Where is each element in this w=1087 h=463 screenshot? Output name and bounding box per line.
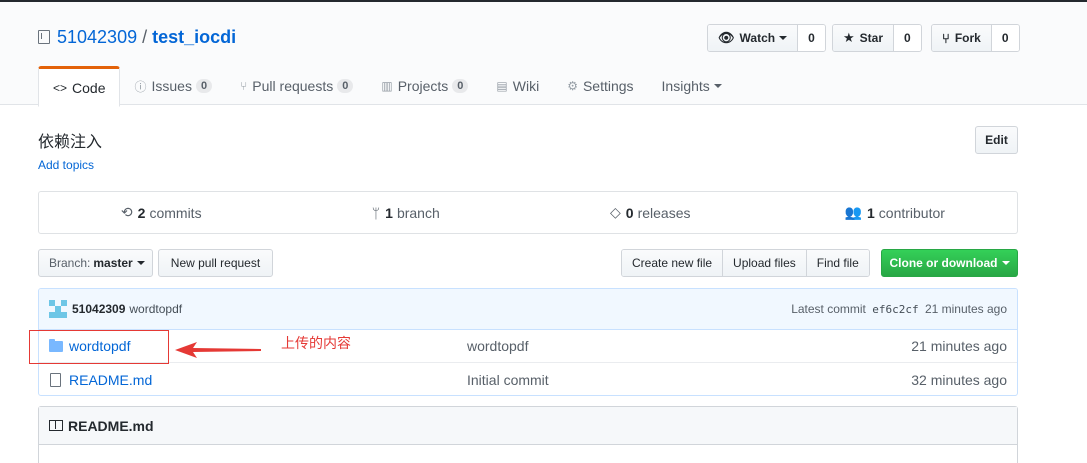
table-row: README.md Initial commit 32 minutes ago bbox=[39, 363, 1017, 395]
readme-header: README.md bbox=[39, 407, 1017, 445]
project-icon: ▥ bbox=[381, 79, 393, 93]
projects-counter: 0 bbox=[452, 79, 469, 93]
repo-description: 依赖注入 bbox=[38, 134, 103, 151]
commit-tease: 51042309 wordtopdf Latest commit ef6c2cf… bbox=[39, 289, 1017, 330]
commit-author-link[interactable]: 51042309 bbox=[72, 302, 125, 316]
tab-issues[interactable]: ⓘ Issues 0 bbox=[120, 66, 226, 106]
chevron-down-icon bbox=[136, 261, 145, 265]
repo-owner-link[interactable]: 51042309 bbox=[57, 27, 137, 48]
commit-sha-link[interactable]: ef6c2cf bbox=[872, 303, 918, 316]
chevron-down-icon bbox=[1001, 261, 1010, 265]
releases-link[interactable]: ◇ 0 releases bbox=[528, 192, 773, 233]
history-icon: ⟲ bbox=[120, 204, 133, 220]
find-file-button[interactable]: Find file bbox=[806, 250, 869, 276]
people-icon: 👥 bbox=[844, 204, 862, 220]
file-age: 21 minutes ago bbox=[911, 338, 1007, 354]
tab-pull-requests[interactable]: ⑂ Pull requests 0 bbox=[226, 66, 367, 106]
commit-message-link[interactable]: wordtopdf bbox=[129, 302, 182, 316]
annotation-arrow-icon bbox=[175, 342, 261, 358]
fork-group: ⑂ Fork 0 bbox=[931, 24, 1020, 52]
file-name-link[interactable]: README.md bbox=[69, 372, 467, 388]
star-count[interactable]: 0 bbox=[894, 25, 921, 51]
create-new-file-button[interactable]: Create new file bbox=[622, 250, 724, 276]
issue-icon: ⓘ bbox=[134, 79, 147, 94]
watch-count[interactable]: 0 bbox=[798, 25, 825, 51]
eye-icon: 👁 bbox=[718, 30, 735, 45]
numbers-summary: ⟲ 2 commits ᛘ 1 branch ◇ 0 releases 👥 1 … bbox=[38, 191, 1018, 234]
annotation-text: 上传的内容 bbox=[281, 335, 351, 351]
tab-wiki[interactable]: ▤ Wiki bbox=[482, 66, 553, 106]
pull-requests-counter: 0 bbox=[337, 79, 354, 93]
gear-icon: ⚙ bbox=[567, 79, 578, 93]
contributors-link[interactable]: 👥 1 contributor bbox=[773, 192, 1018, 233]
star-button[interactable]: ★ Star bbox=[833, 25, 894, 51]
latest-commit-info: Latest commit ef6c2cf 21 minutes ago bbox=[791, 302, 1007, 316]
repo-title: 51042309 / test_iocdi bbox=[38, 24, 236, 50]
book-icon: ▤ bbox=[496, 79, 508, 93]
repo-nav-tabs: <> Code ⓘ Issues 0 ⑂ Pull requests 0 ▥ P… bbox=[38, 66, 736, 107]
edit-button[interactable]: Edit bbox=[975, 126, 1018, 154]
fork-button[interactable]: ⑂ Fork bbox=[932, 25, 992, 51]
tab-projects[interactable]: ▥ Projects 0 bbox=[367, 66, 482, 106]
readme-box: README.md bbox=[38, 406, 1018, 463]
branches-link[interactable]: ᛘ 1 branch bbox=[284, 192, 529, 233]
fork-count[interactable]: 0 bbox=[991, 25, 1019, 51]
file-commit-message-link[interactable]: Initial commit bbox=[467, 372, 911, 388]
chevron-down-icon bbox=[779, 36, 788, 40]
tab-settings[interactable]: ⚙ Settings bbox=[553, 66, 647, 106]
fork-icon: ⑂ bbox=[942, 30, 950, 46]
avatar[interactable] bbox=[49, 300, 67, 318]
file-commit-message-link[interactable]: wordtopdf bbox=[467, 338, 911, 354]
branch-select-button[interactable]: Branch: master bbox=[38, 249, 153, 277]
commits-link[interactable]: ⟲ 2 commits bbox=[39, 192, 284, 233]
repo-separator: / bbox=[142, 26, 148, 47]
file-icon bbox=[50, 372, 61, 387]
repo-name-link[interactable]: test_iocdi bbox=[152, 27, 236, 48]
star-group: ★ Star 0 bbox=[832, 24, 922, 52]
annotation-highlight-box bbox=[29, 330, 169, 364]
file-age: 32 minutes ago bbox=[911, 371, 1007, 388]
watch-button[interactable]: 👁 Watch bbox=[708, 25, 799, 51]
file-actions: Create new file Upload files Find file bbox=[621, 249, 870, 277]
new-pull-request-button[interactable]: New pull request bbox=[158, 249, 273, 277]
clone-or-download-button[interactable]: Clone or download bbox=[881, 249, 1018, 277]
watch-group: 👁 Watch 0 bbox=[707, 24, 826, 52]
pull-request-icon: ⑂ bbox=[240, 79, 248, 93]
branch-icon: ᛘ bbox=[371, 204, 381, 221]
repo-header: 51042309 / test_iocdi 👁 Watch 0 ★ Star 0… bbox=[0, 2, 1087, 107]
add-topics-link[interactable]: Add topics bbox=[38, 158, 94, 172]
issues-counter: 0 bbox=[195, 79, 213, 93]
repo-icon bbox=[38, 30, 50, 44]
chevron-down-icon bbox=[713, 84, 722, 88]
star-icon: ★ bbox=[843, 30, 855, 45]
tag-icon: ◇ bbox=[610, 204, 621, 220]
tab-code[interactable]: <> Code bbox=[38, 66, 121, 107]
book-icon bbox=[49, 420, 63, 431]
code-icon: <> bbox=[53, 80, 68, 95]
upload-files-button[interactable]: Upload files bbox=[723, 250, 807, 276]
tab-insights[interactable]: Insights bbox=[648, 66, 736, 106]
